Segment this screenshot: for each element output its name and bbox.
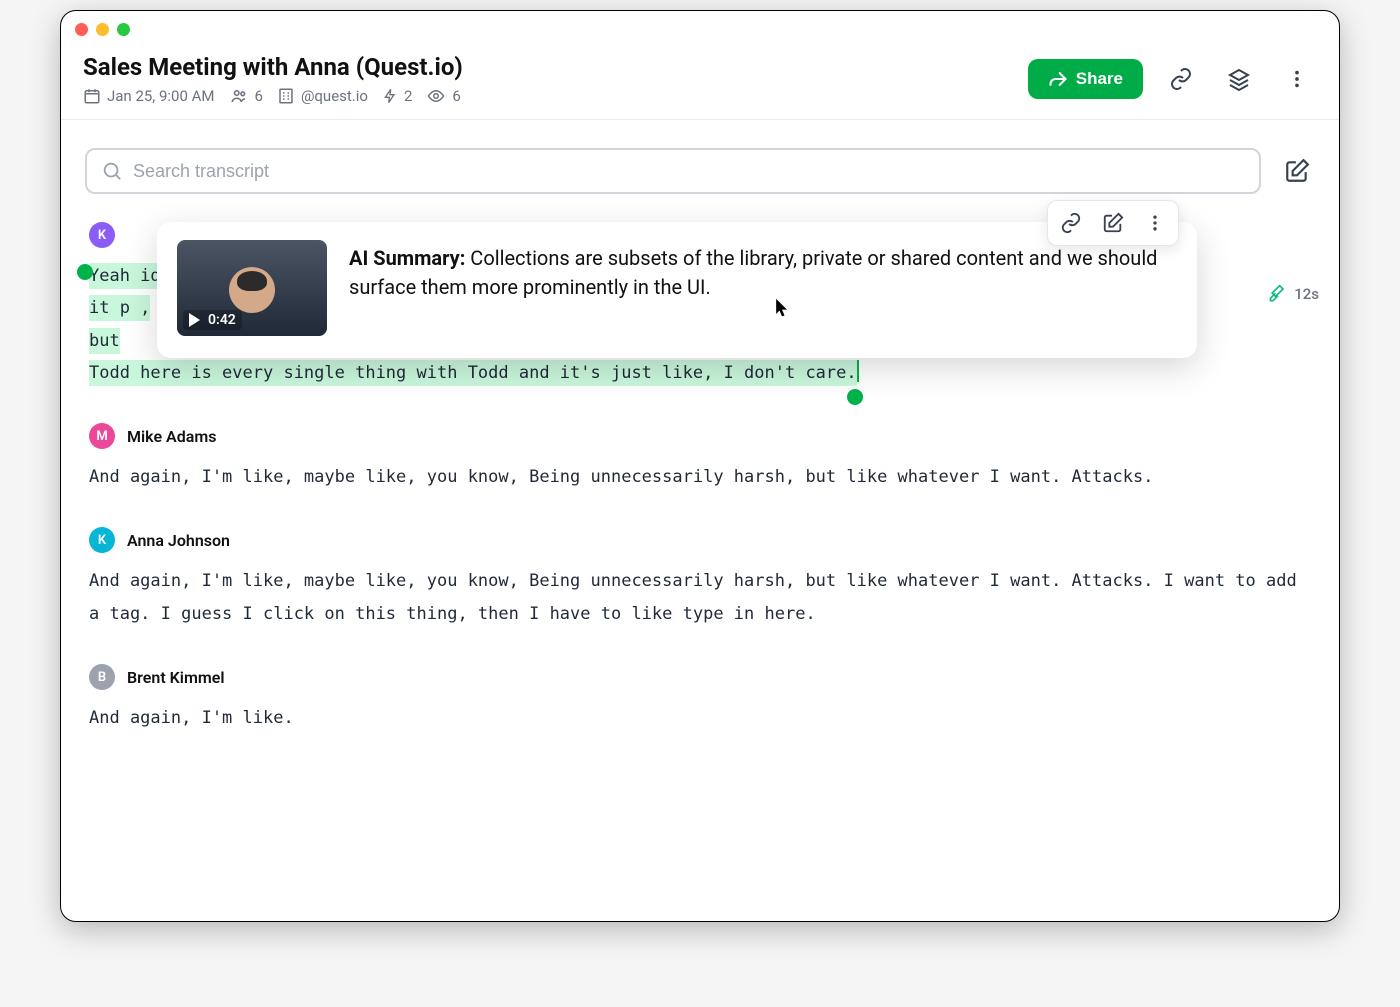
search-input[interactable] (133, 161, 1245, 182)
edit-square-icon (1102, 212, 1124, 234)
share-arrow-icon (1048, 69, 1068, 89)
views-count: 6 (452, 87, 460, 105)
speaker-name: Brent Kimmel (127, 668, 225, 687)
selection-end-handle[interactable] (847, 389, 863, 405)
calendar-icon (83, 87, 101, 105)
selection-start-handle[interactable] (77, 264, 93, 280)
views-chip[interactable]: 6 (426, 87, 460, 105)
hl-line: but (89, 328, 120, 354)
hl-line: Todd here is every single thing with Tod… (89, 360, 857, 386)
maximize-window-button[interactable] (117, 23, 130, 36)
bolt-icon (382, 87, 398, 105)
attendees-count: 6 (255, 87, 263, 105)
close-window-button[interactable] (75, 23, 88, 36)
avatar: M (89, 423, 115, 449)
ai-summary-body: Collections are subsets of the library, … (349, 246, 1157, 299)
share-button[interactable]: Share (1028, 59, 1143, 99)
popover-more-button[interactable] (1136, 205, 1174, 241)
page-body: 12s K Yeah i (61, 120, 1339, 734)
transcript: 12s K Yeah i (85, 222, 1315, 734)
ai-summary-label: AI Summary: (349, 246, 465, 270)
more-menu-button[interactable] (1277, 59, 1317, 99)
transcript-text[interactable]: And again, I'm like, maybe like, you kno… (89, 565, 1315, 630)
popover-edit-button[interactable] (1094, 205, 1132, 241)
popover-link-button[interactable] (1052, 205, 1090, 241)
search-icon (101, 160, 123, 182)
search-transcript-field[interactable] (85, 148, 1261, 194)
app-window: Sales Meeting with Anna (Quest.io) Jan 2… (60, 10, 1340, 922)
domain-text: @quest.io (301, 87, 368, 105)
transcript-text[interactable]: And again, I'm like. (89, 702, 1315, 734)
popover-actions (1047, 200, 1179, 246)
speaker-name: Mike Adams (127, 427, 216, 446)
meeting-date-text: Jan 25, 9:00 AM (107, 87, 215, 105)
link-icon (1169, 67, 1193, 91)
page-title: Sales Meeting with Anna (Quest.io) (83, 53, 1028, 81)
meta-row: Jan 25, 9:00 AM 6 @quest.io 2 6 (83, 87, 1028, 105)
ai-summary-text: AI Summary: Collections are subsets of t… (349, 240, 1173, 336)
selection-caret (857, 360, 859, 382)
bolt-count: 2 (404, 87, 412, 105)
clip-thumbnail[interactable]: 0:42 (177, 240, 327, 336)
avatar: K (89, 222, 115, 248)
actions-count-chip[interactable]: 2 (382, 87, 412, 105)
edit-square-icon (1284, 158, 1310, 184)
transcript-text[interactable]: And again, I'm like, maybe like, you kno… (89, 461, 1315, 493)
hl-line: it p , (89, 295, 150, 321)
avatar: B (89, 664, 115, 690)
org-icon (277, 87, 295, 105)
play-icon (189, 313, 200, 327)
minimize-window-button[interactable] (96, 23, 109, 36)
eye-icon (426, 87, 446, 105)
mac-titlebar (61, 11, 1339, 47)
link-icon (1060, 212, 1082, 234)
people-icon (229, 87, 249, 105)
hl-line: Yeah id (89, 263, 161, 289)
transcript-entry: B Brent Kimmel And again, I'm like. (85, 664, 1315, 734)
clip-time: 0:42 (208, 312, 236, 328)
layers-button[interactable] (1219, 59, 1259, 99)
speaker-name: Anna Johnson (127, 531, 230, 550)
edit-transcript-button[interactable] (1279, 153, 1315, 189)
transcript-entry: K Yeah id it p (85, 222, 1315, 389)
attendees-chip[interactable]: 6 (229, 87, 263, 105)
layers-icon (1227, 67, 1251, 91)
share-label: Share (1076, 69, 1123, 89)
ai-summary-popover: 0:42 AI Summary: Collections are subsets… (157, 222, 1197, 358)
meeting-date[interactable]: Jan 25, 9:00 AM (83, 87, 215, 105)
cursor-icon (775, 298, 789, 318)
domain-chip[interactable]: @quest.io (277, 87, 368, 105)
more-vertical-icon (1286, 68, 1308, 90)
page-header: Sales Meeting with Anna (Quest.io) Jan 2… (61, 47, 1339, 120)
more-vertical-icon (1145, 213, 1165, 233)
copy-link-button[interactable] (1161, 59, 1201, 99)
transcript-entry: K Anna Johnson And again, I'm like, mayb… (85, 527, 1315, 630)
transcript-entry: M Mike Adams And again, I'm like, maybe … (85, 423, 1315, 493)
avatar: K (89, 527, 115, 553)
